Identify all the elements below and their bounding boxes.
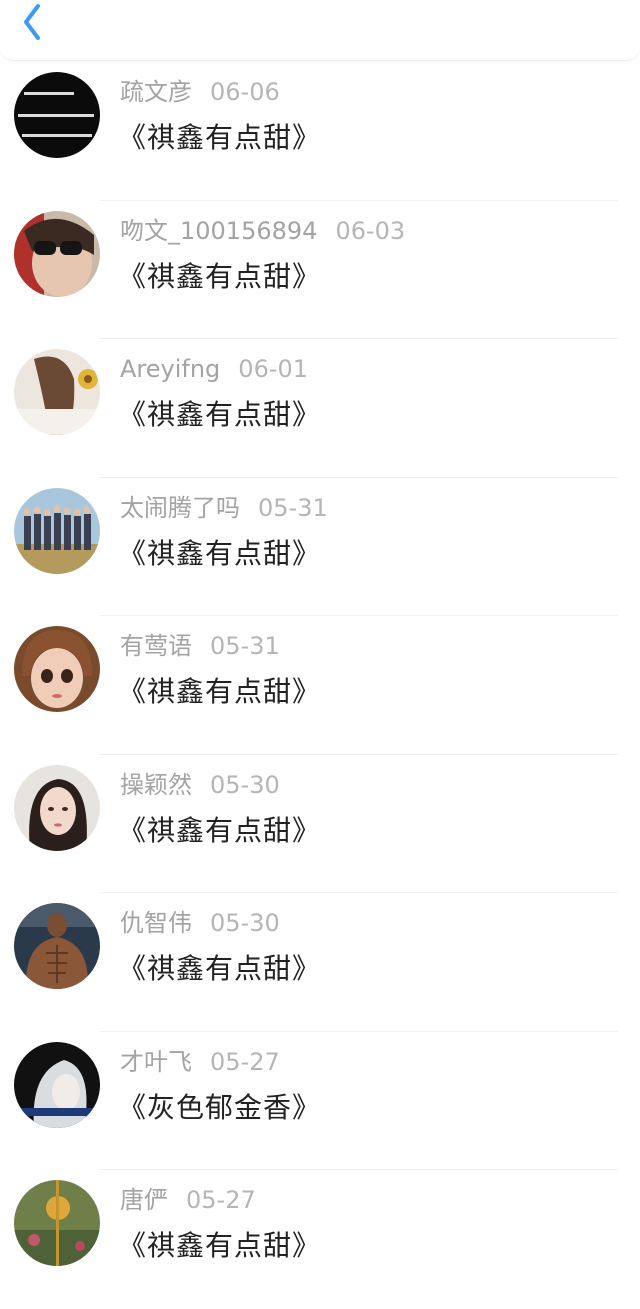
username[interactable]: 唐俨 <box>120 1186 168 1214</box>
avatar[interactable] <box>14 1180 100 1266</box>
comment-date: 05-30 <box>210 770 280 799</box>
avatar[interactable] <box>14 1041 100 1128</box>
list-item[interactable]: 唐俨 05-27 《祺鑫有点甜》 <box>0 1170 640 1309</box>
avatar[interactable] <box>14 626 100 712</box>
avatar[interactable] <box>14 487 100 574</box>
comment-text: 《祺鑫有点甜》 <box>118 1229 322 1262</box>
list-item[interactable]: Areyifng 06-01 《祺鑫有点甜》 <box>0 339 640 478</box>
username[interactable]: 太闹腾了吗 <box>120 494 240 522</box>
list-item[interactable]: 吻文_100156894 06-03 《祺鑫有点甜》 <box>0 201 640 339</box>
top-nav-bar <box>0 0 640 61</box>
comment-date: 06-06 <box>210 78 280 106</box>
comment-date: 05-30 <box>210 909 280 937</box>
avatar[interactable] <box>14 764 100 851</box>
comment-text: 《灰色郁金香》 <box>118 1090 322 1124</box>
back-button[interactable] <box>12 2 52 42</box>
avatar[interactable] <box>14 72 100 158</box>
list-item[interactable]: 操颖然 05-30 《祺鑫有点甜》 <box>0 755 640 893</box>
comment-text: 《祺鑫有点甜》 <box>118 813 322 847</box>
comment-text: 《祺鑫有点甜》 <box>118 259 322 293</box>
comment-text: 《祺鑫有点甜》 <box>118 398 322 431</box>
username[interactable]: 操颖然 <box>120 771 192 799</box>
list-item[interactable]: 才叶飞 05-27 《灰色郁金香》 <box>0 1032 640 1170</box>
comment-list[interactable]: 疏文彦 06-06 《祺鑫有点甜》 吻文_100156894 06-03 《祺鑫有点… <box>0 62 640 1309</box>
avatar[interactable] <box>14 903 100 989</box>
comment-date: 05-31 <box>210 632 280 660</box>
comment-text: 《祺鑫有点甜》 <box>118 121 322 154</box>
username[interactable]: 仇智伟 <box>120 909 192 937</box>
list-item[interactable]: 仇智伟 05-30 《祺鑫有点甜》 <box>0 893 640 1032</box>
list-item[interactable]: 疏文彦 06-06 《祺鑫有点甜》 <box>0 62 640 201</box>
comment-text: 《祺鑫有点甜》 <box>118 952 322 985</box>
comment-date: 05-31 <box>258 493 328 522</box>
list-item[interactable]: 太闹腾了吗 05-31 《祺鑫有点甜》 <box>0 478 640 616</box>
comment-date: 06-03 <box>335 216 406 245</box>
comment-text: 《祺鑫有点甜》 <box>118 536 322 570</box>
username[interactable]: 有莺语 <box>120 632 192 660</box>
avatar[interactable] <box>14 210 100 297</box>
username[interactable]: 疏文彦 <box>120 78 192 106</box>
comment-date: 06-01 <box>238 355 309 383</box>
comment-date: 05-27 <box>210 1047 280 1076</box>
username[interactable]: Areyifng <box>120 355 220 383</box>
username[interactable]: 吻文_100156894 <box>120 217 317 245</box>
list-item[interactable]: 有莺语 05-31 《祺鑫有点甜》 <box>0 616 640 755</box>
avatar[interactable] <box>14 349 100 435</box>
username[interactable]: 才叶飞 <box>120 1048 192 1076</box>
comment-date: 05-27 <box>186 1186 256 1214</box>
comment-text: 《祺鑫有点甜》 <box>118 675 322 708</box>
chevron-left-icon <box>24 4 40 40</box>
